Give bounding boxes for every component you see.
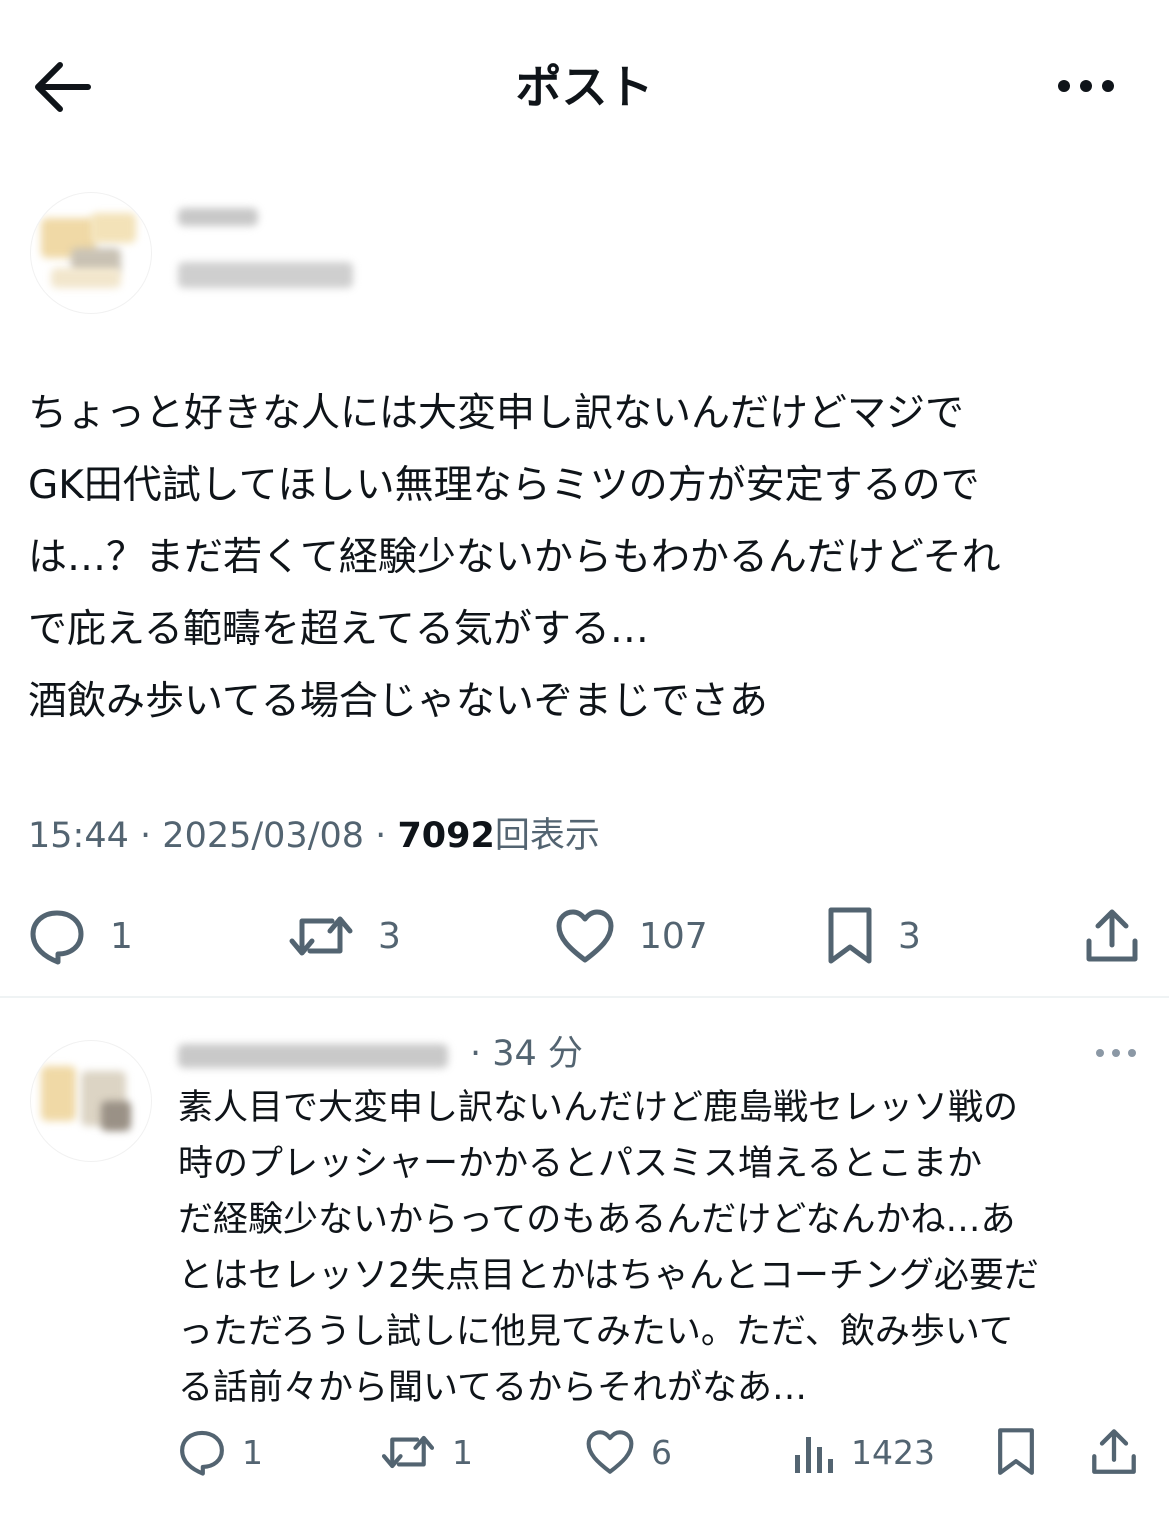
- post-time: 15:44: [28, 816, 129, 856]
- page-title: ポスト: [515, 60, 654, 114]
- reply-views-button[interactable]: 1423: [793, 1426, 935, 1478]
- author-name-redacted[interactable]: [178, 208, 258, 230]
- author-handle-redacted[interactable]: [178, 258, 368, 294]
- reply-like-count: 6: [651, 1432, 672, 1472]
- reply-bookmark-button[interactable]: [996, 1426, 1036, 1478]
- reply-icon: [30, 910, 84, 965]
- share-button[interactable]: [1084, 905, 1140, 967]
- reply-reply-button[interactable]: 1: [178, 1426, 263, 1478]
- reply-author-avatar[interactable]: [30, 1040, 152, 1162]
- heart-icon: [556, 909, 614, 963]
- repost-icon: [381, 1435, 435, 1469]
- repost-count: 3: [378, 915, 401, 957]
- repost-button[interactable]: 3: [288, 905, 401, 967]
- post-date: 2025/03/08: [162, 816, 365, 856]
- bookmark-icon: [998, 1428, 1034, 1475]
- reply-count: 1: [110, 915, 133, 957]
- bookmark-icon: [828, 907, 872, 964]
- post-body-text: ちょっと好きな人には大変申し訳ないんだけどマジで GK田代試してほしい無理ならミ…: [28, 391, 1001, 724]
- heart-icon: [586, 1430, 634, 1474]
- reply-more-button[interactable]: [1090, 1038, 1142, 1068]
- divider: [0, 996, 1169, 998]
- reply-repost-count: 1: [452, 1432, 473, 1472]
- reply-views-count: 1423: [851, 1432, 935, 1472]
- reply-body-text: 素人目で大変申し訳ないんだけど鹿島戦セレッソ戦の 時のプレッシャーかかるとパスミ…: [178, 1088, 1039, 1408]
- reply-time: · 34 分: [470, 1034, 583, 1074]
- reply-share-button[interactable]: [1090, 1426, 1138, 1478]
- views-count: 7092: [397, 816, 495, 856]
- bookmark-button[interactable]: 3: [826, 905, 921, 967]
- share-icon: [1086, 909, 1138, 962]
- more-horizontal-icon: [1058, 80, 1114, 92]
- meta-separator: ·: [375, 816, 387, 856]
- meta-separator: ·: [140, 816, 152, 856]
- analytics-icon: [795, 1437, 833, 1473]
- reply-author-name-redacted[interactable]: [178, 1036, 468, 1072]
- more-horizontal-icon: [1096, 1049, 1136, 1057]
- reply-reply-count: 1: [242, 1432, 263, 1472]
- like-count: 107: [639, 915, 708, 957]
- share-icon: [1092, 1429, 1136, 1474]
- views-label: 回表示: [494, 816, 600, 856]
- reply-icon: [180, 1430, 224, 1476]
- author-avatar[interactable]: [30, 192, 152, 314]
- more-options-button[interactable]: [1050, 62, 1122, 110]
- reply-button[interactable]: 1: [28, 905, 133, 967]
- repost-icon: [289, 916, 353, 956]
- post-meta: 15:44 · 2025/03/08 · 7092回表示: [28, 808, 600, 864]
- reply-like-button[interactable]: 6: [585, 1426, 672, 1478]
- like-button[interactable]: 107: [555, 905, 708, 967]
- reply-repost-button[interactable]: 1: [380, 1426, 473, 1478]
- bookmark-count: 3: [898, 915, 921, 957]
